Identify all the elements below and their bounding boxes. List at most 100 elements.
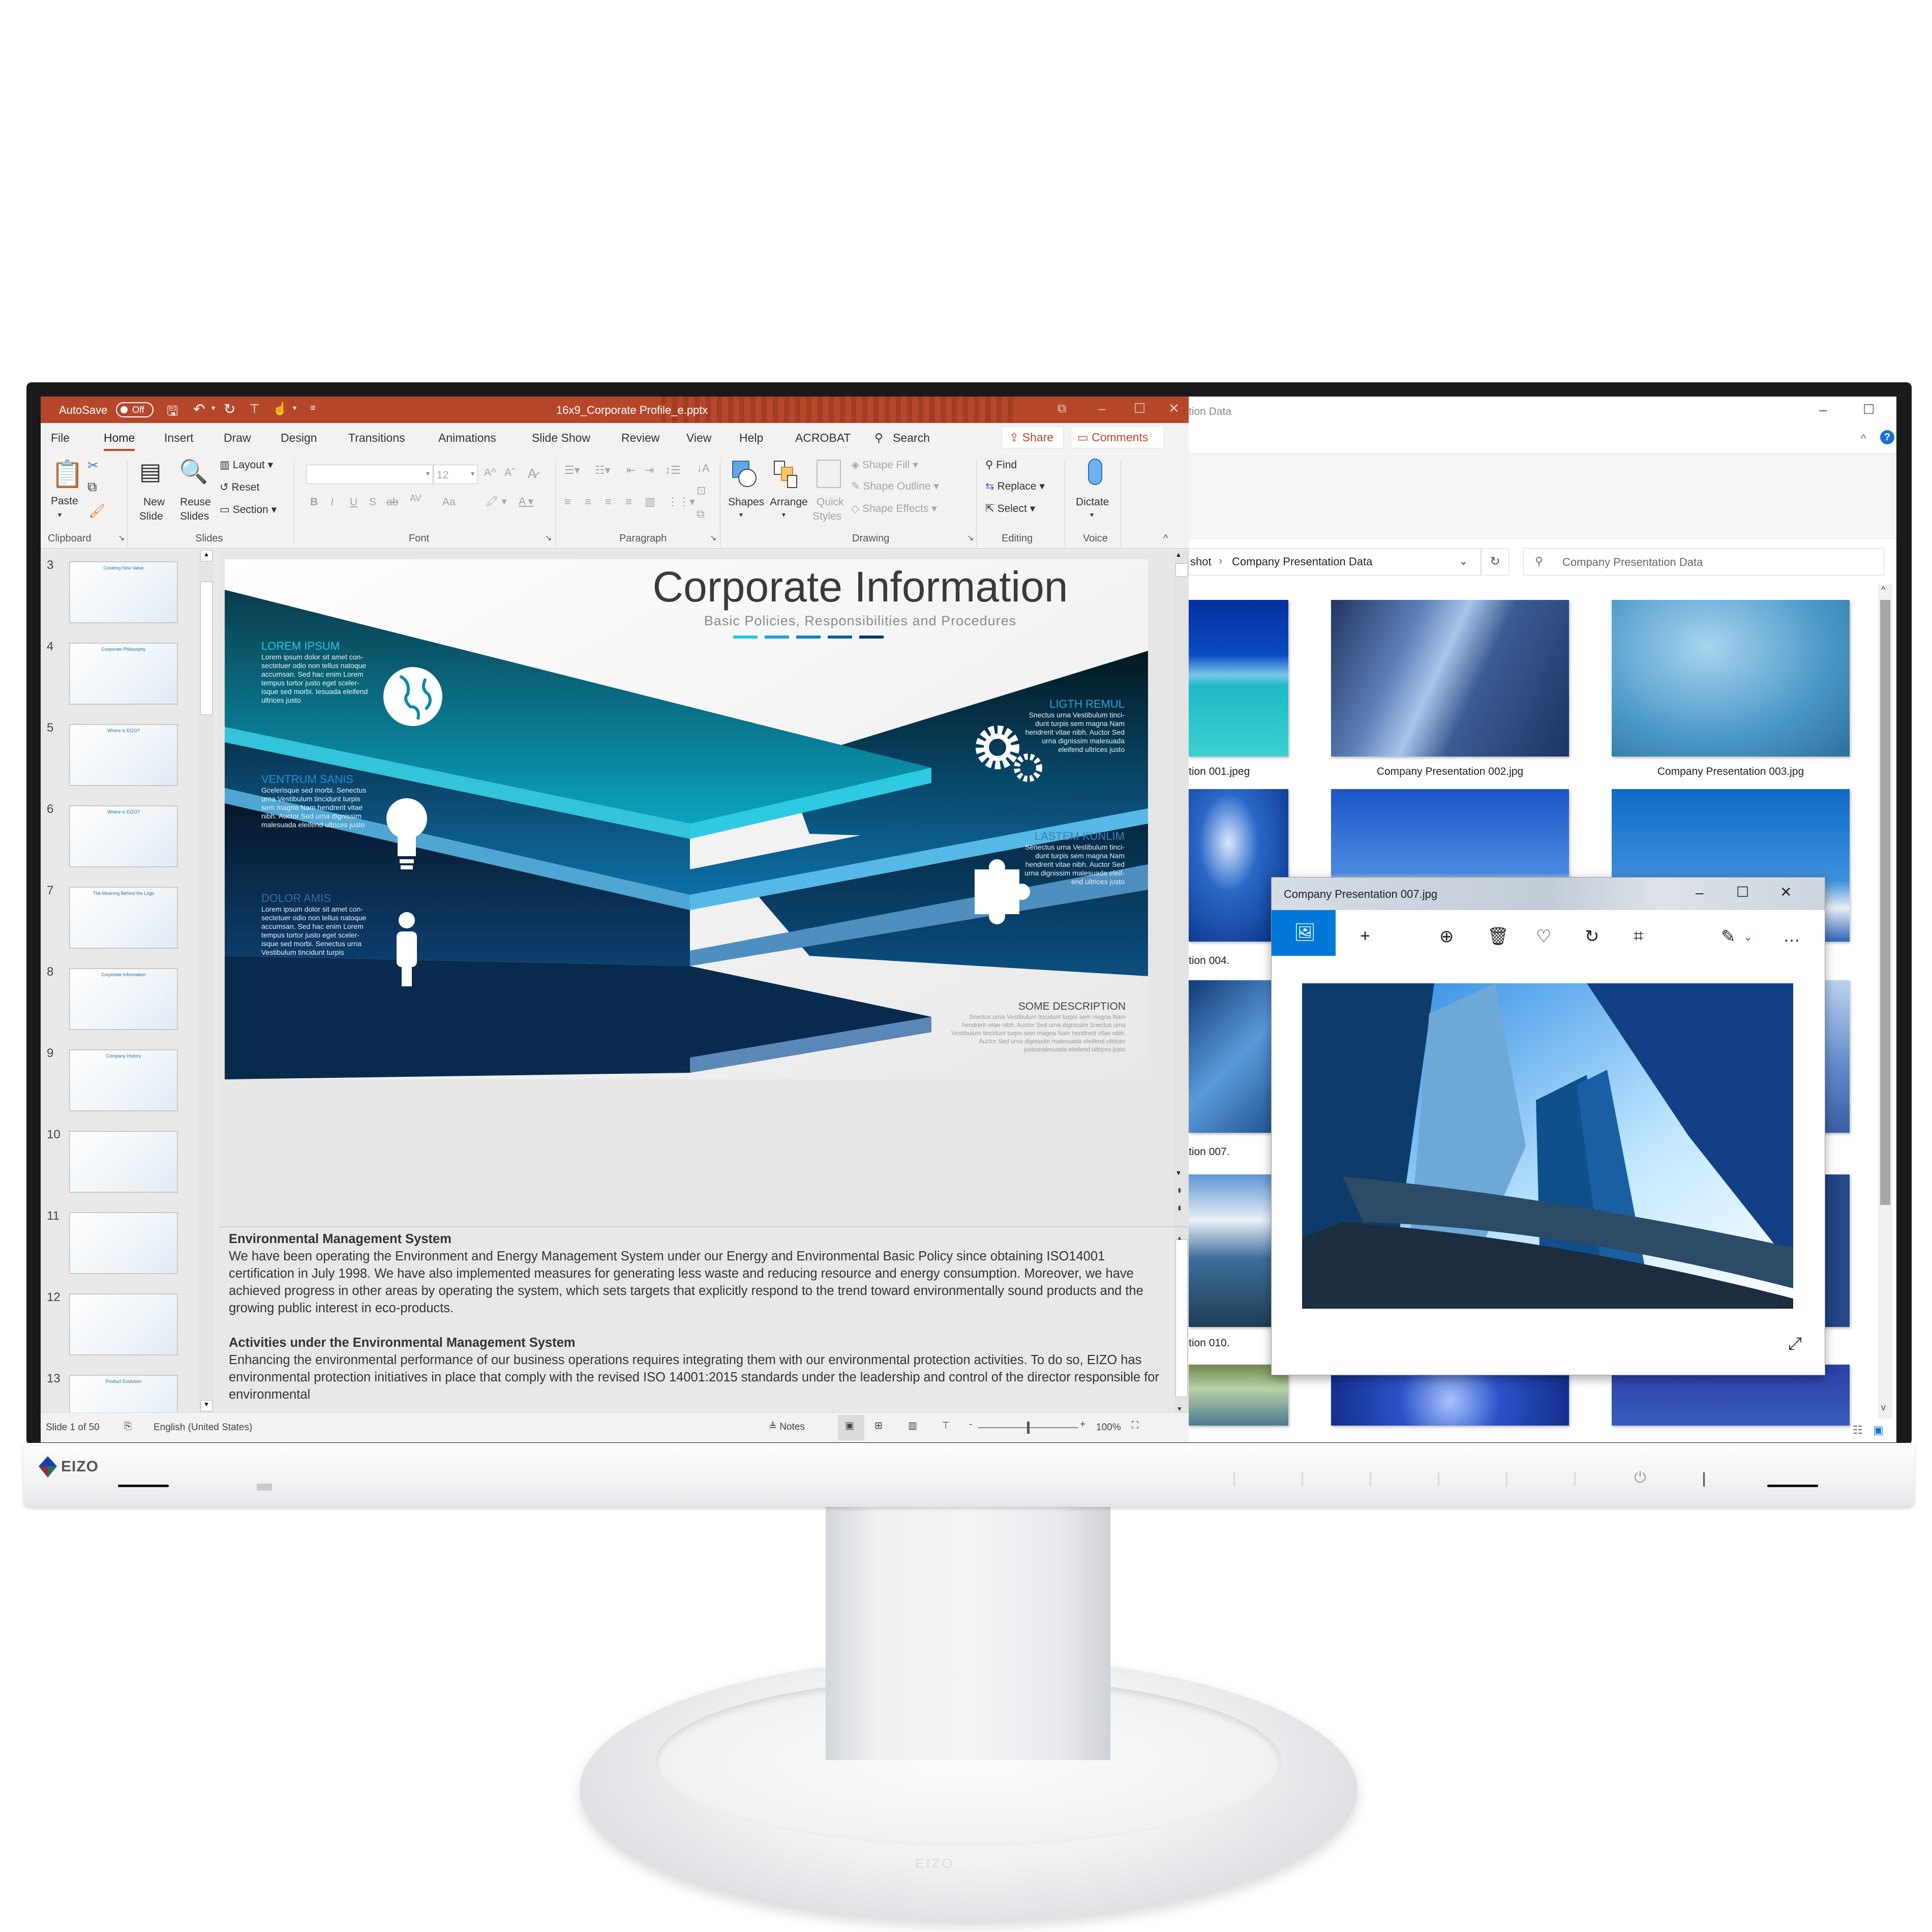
highlight-icon[interactable]: 🖍 ▾ xyxy=(485,495,507,508)
align-left-icon[interactable]: ≡ xyxy=(564,495,571,508)
new-slide-button[interactable]: New xyxy=(143,496,165,508)
notes-toggle[interactable]: ≜ Notes xyxy=(769,1421,805,1433)
save-icon[interactable]: 🖫 xyxy=(167,402,178,424)
shapes-dropdown-icon[interactable]: ▾ xyxy=(739,510,743,519)
reuse-slides-icon[interactable]: 🔍 xyxy=(179,458,208,486)
tab-file[interactable]: File xyxy=(51,431,70,445)
minimize-button[interactable]: – xyxy=(1098,401,1105,416)
rotate-icon[interactable]: ↻ xyxy=(1585,926,1599,947)
explorer-search-input[interactable]: ⚲ Company Presentation Data xyxy=(1523,548,1884,576)
columns-icon[interactable]: ⋮⋮▾ xyxy=(667,495,695,508)
ribbon-collapse-icon[interactable]: ^ xyxy=(1861,432,1866,445)
slide-thumbnail[interactable]: Product Evolution xyxy=(69,1375,178,1412)
maximize-button[interactable]: ☐ xyxy=(1134,401,1145,416)
tab-help[interactable]: Help xyxy=(739,431,763,445)
layout-button[interactable]: ▥ Layout ▾ xyxy=(220,459,273,471)
next-slide-icon[interactable]: ⇟ xyxy=(1176,1204,1183,1213)
touch-mode-icon[interactable]: ☝ xyxy=(273,402,288,416)
minimize-button[interactable]: – xyxy=(1819,402,1827,418)
slide-block-4[interactable]: LIGTH REMUL Snectus urna Vestibulum tinc… xyxy=(1018,698,1125,754)
character-spacing-button[interactable]: AV xyxy=(410,493,421,504)
shapes-icon[interactable] xyxy=(730,460,758,489)
shape-outline-button[interactable]: ✎ Shape Outline ▾ xyxy=(851,480,939,493)
explorer-scrollbar[interactable]: ^ v xyxy=(1878,585,1892,1418)
zoom-level[interactable]: 100% xyxy=(1096,1422,1121,1433)
undo-dropdown-icon[interactable]: ▾ xyxy=(212,404,215,412)
slide-thumbnail[interactable]: Company History xyxy=(69,1049,178,1111)
tab-animations[interactable]: Animations xyxy=(438,431,496,445)
slide-block-2[interactable]: VENTRUM SANIS Gcelerisque sed morbi. Sen… xyxy=(261,773,373,829)
paste-dropdown-icon[interactable]: ▾ xyxy=(58,510,62,519)
scroll-down-icon[interactable]: ▼ xyxy=(200,1400,213,1411)
paste-button[interactable]: Paste xyxy=(51,495,78,507)
shape-fill-button[interactable]: ◈ Shape Fill ▾ xyxy=(851,459,918,471)
scroll-up-icon[interactable]: ^ xyxy=(1881,585,1885,595)
zoom-out-button[interactable]: - xyxy=(969,1419,972,1430)
tell-me-search[interactable]: Search xyxy=(893,431,930,445)
slide-block-5[interactable]: LASTEM KUNLIM Senectus urna Vestibulum t… xyxy=(1018,830,1125,886)
align-text-icon[interactable]: ⊡ xyxy=(697,484,706,497)
reset-button[interactable]: ↺ Reset xyxy=(220,481,259,494)
autosave-toggle[interactable]: Off xyxy=(116,402,154,417)
scroll-up-icon[interactable]: ▲ xyxy=(1175,551,1182,558)
arrange-button[interactable]: Arrange xyxy=(770,496,808,508)
scroll-down-icon[interactable]: ▼ xyxy=(1175,1169,1182,1176)
tab-slide-show[interactable]: Slide Show xyxy=(532,431,590,445)
thumbnails-scrollbar[interactable]: ▲ ▼ xyxy=(199,550,214,1412)
reading-view-icon[interactable]: ▥ xyxy=(908,1420,917,1432)
undo-icon[interactable]: ↶ xyxy=(193,401,205,417)
control-button-1[interactable] xyxy=(1233,1472,1235,1487)
arrange-dropdown-icon[interactable]: ▾ xyxy=(782,510,786,519)
help-icon[interactable]: ? xyxy=(1880,430,1894,444)
file-label[interactable]: Company Presentation 003.jpg xyxy=(1612,766,1850,778)
tab-design[interactable]: Design xyxy=(281,431,317,445)
power-icon[interactable]: ⏻ xyxy=(1634,1469,1646,1487)
numbering-icon[interactable]: ☷▾ xyxy=(595,464,611,477)
quick-styles-button[interactable]: Quick xyxy=(817,496,844,508)
decrease-font-icon[interactable]: Aˇ xyxy=(504,467,515,479)
slide-thumbnail[interactable]: Corporate Philosophy xyxy=(69,643,178,705)
select-button[interactable]: ⇱ Select ▾ xyxy=(985,502,1035,515)
scrollbar-thumb[interactable] xyxy=(1175,1240,1188,1397)
replace-button[interactable]: ⇆ Replace ▾ xyxy=(985,480,1045,493)
scroll-down-icon[interactable]: v xyxy=(1881,1402,1886,1413)
increase-indent-icon[interactable]: ⇥ xyxy=(645,464,654,477)
slide-thumbnail[interactable]: Creating New Value xyxy=(69,561,178,623)
font-color-icon[interactable]: A ▾ xyxy=(519,495,533,508)
italic-button[interactable]: I xyxy=(330,496,334,508)
redo-icon[interactable]: ↻ xyxy=(224,401,235,417)
slide-canvas[interactable]: Corporate Information Basic Policies, Re… xyxy=(225,559,1148,1079)
scrollbar-thumb[interactable] xyxy=(1880,600,1890,1205)
file-thumbnail[interactable] xyxy=(1612,600,1850,757)
file-thumbnail[interactable] xyxy=(1189,600,1288,757)
file-label[interactable]: tion 007. xyxy=(1189,1146,1230,1158)
control-button-2[interactable] xyxy=(1302,1472,1303,1487)
edit-draw-icon[interactable]: ✎ xyxy=(1721,926,1736,947)
microphone-icon[interactable] xyxy=(1088,459,1102,485)
chevron-down-icon[interactable]: ⌄ xyxy=(1743,930,1753,944)
control-button-3[interactable] xyxy=(1370,1472,1371,1487)
clear-formatting-icon[interactable]: A̷ xyxy=(528,466,536,481)
slide-thumbnail[interactable] xyxy=(69,1131,178,1193)
dialog-launcher-icon[interactable]: ↘ xyxy=(967,533,974,543)
quick-styles-button-line2[interactable]: Styles xyxy=(812,510,841,523)
refresh-button[interactable]: ↻ xyxy=(1481,548,1509,576)
tab-insert[interactable]: Insert xyxy=(164,431,194,445)
collapse-ribbon-icon[interactable]: ^ xyxy=(1163,533,1168,545)
align-right-icon[interactable]: ≡ xyxy=(605,495,612,508)
control-button-6[interactable] xyxy=(1574,1472,1576,1487)
reuse-slides-button-line2[interactable]: Slides xyxy=(180,510,209,523)
justify-icon[interactable]: ≡ xyxy=(625,495,632,508)
strikethrough-button[interactable]: ab xyxy=(386,496,398,508)
dialog-launcher-icon[interactable]: ↘ xyxy=(545,533,552,543)
scrollbar-thumb[interactable] xyxy=(200,582,213,715)
align-center-icon[interactable]: ≡ xyxy=(585,495,591,508)
chevron-down-icon[interactable]: ⌄ xyxy=(1459,555,1468,568)
dialog-launcher-icon[interactable]: ↘ xyxy=(710,533,716,543)
bold-button[interactable]: B xyxy=(310,496,318,508)
text-direction-icon[interactable]: ↓A xyxy=(697,462,710,475)
notes-pane[interactable]: Environmental Management System We have … xyxy=(219,1226,1189,1412)
font-size-input[interactable]: 12 ▾ xyxy=(433,465,478,484)
zoom-slider[interactable] xyxy=(978,1422,1078,1434)
previous-slide-icon[interactable]: ⇞ xyxy=(1176,1187,1183,1195)
